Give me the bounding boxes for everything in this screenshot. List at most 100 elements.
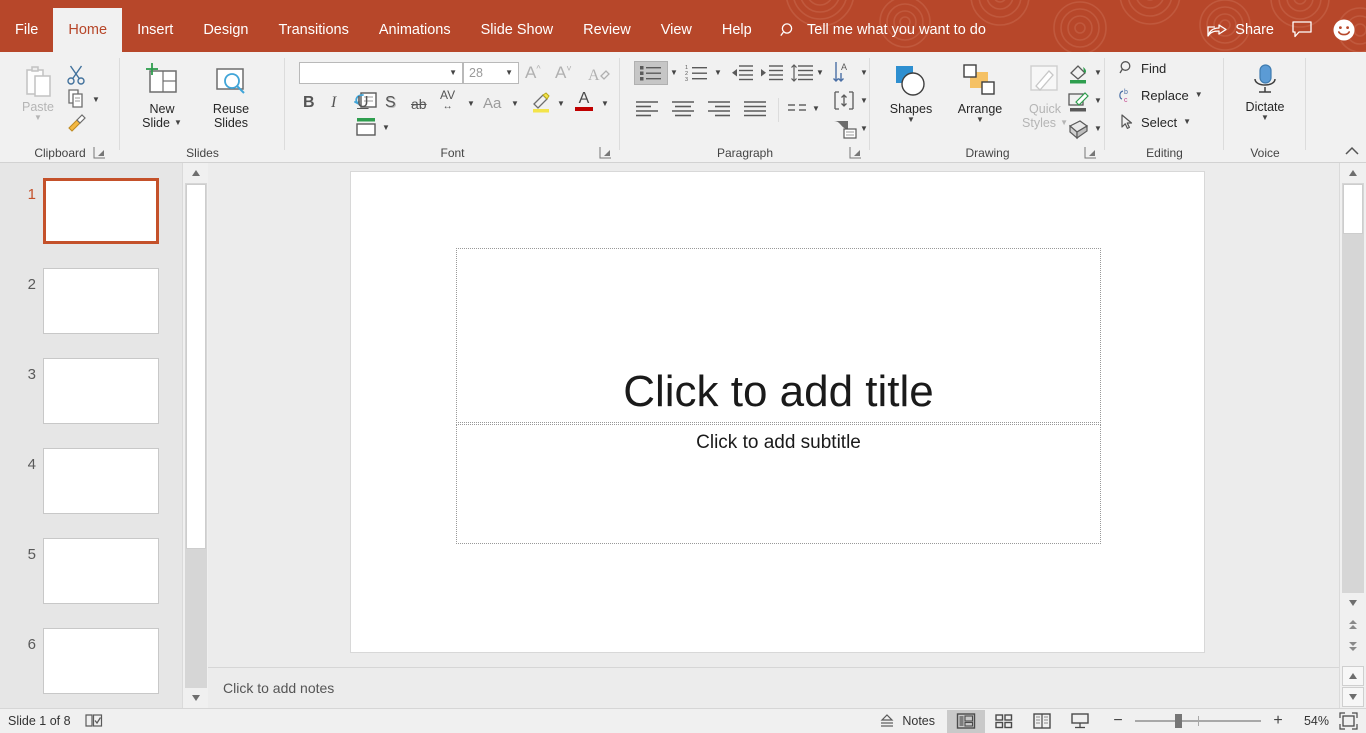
line-spacing-icon[interactable] [790, 64, 814, 82]
bullets-button[interactable] [634, 61, 668, 85]
thumbnail-scroll-down-button[interactable] [185, 688, 207, 708]
paste-dropdown-caret[interactable]: ▼ [34, 114, 42, 122]
slide-sorter-view-button[interactable] [985, 710, 1023, 733]
grow-font-button[interactable]: A^ [525, 63, 541, 83]
zoom-control[interactable]: − + 54% [1111, 713, 1329, 729]
font-dialog-launcher[interactable] [599, 146, 612, 159]
subtitle-placeholder[interactable]: Click to add subtitle [456, 424, 1101, 544]
thumbnail-slide-1[interactable]: 1 [0, 178, 182, 268]
shrink-font-button[interactable]: A˅ [555, 63, 572, 83]
copy-icon[interactable] [66, 88, 88, 110]
bullets-dropdown-caret[interactable]: ▼ [670, 69, 678, 77]
character-spacing-caret[interactable]: ▼ [467, 100, 475, 108]
text-highlight-caret[interactable]: ▼ [557, 100, 565, 108]
smiley-face-icon[interactable] [1332, 18, 1356, 42]
tab-help[interactable]: Help [707, 8, 767, 52]
tab-home[interactable]: Home [53, 8, 122, 52]
tab-slide-show[interactable]: Slide Show [466, 8, 569, 52]
shapes-dropdown-caret[interactable]: ▼ [907, 116, 915, 124]
thumbnail-scrollbar[interactable] [182, 163, 208, 708]
select-caret[interactable]: ▼ [1183, 118, 1191, 126]
thumbnail-scroll-up-button[interactable] [185, 163, 207, 183]
shapes-button[interactable]: Shapes ▼ [880, 62, 942, 124]
normal-view-button[interactable] [947, 710, 985, 733]
tab-design[interactable]: Design [188, 8, 263, 52]
slide-thumbnail-pane[interactable]: 1 2 3 4 5 6 [0, 163, 182, 708]
thumbnail-scrollbar-thumb[interactable] [186, 184, 206, 549]
chevron-up-icon[interactable] [1344, 144, 1360, 158]
find-button[interactable]: Find [1119, 60, 1166, 76]
zoom-percentage[interactable]: 54% [1295, 714, 1329, 728]
increase-indent-icon[interactable] [760, 64, 784, 82]
strikethrough-button[interactable]: ab [411, 96, 427, 112]
font-color-caret[interactable]: ▼ [601, 100, 609, 108]
font-color-button[interactable]: A [575, 91, 593, 111]
shape-fill-caret[interactable]: ▼ [1094, 69, 1102, 77]
accessibility-checker-icon[interactable] [85, 713, 103, 729]
character-spacing-button[interactable]: AV ↔ [440, 90, 455, 112]
drawing-dialog-launcher[interactable] [1084, 146, 1097, 159]
text-highlight-icon[interactable] [530, 92, 554, 114]
slide-scrollbar-thumb[interactable] [1343, 184, 1363, 234]
slide-scrollbar[interactable] [1339, 163, 1366, 708]
numbering-dropdown-caret[interactable]: ▼ [714, 69, 722, 77]
dictate-button[interactable]: Dictate ▼ [1234, 62, 1296, 122]
align-text-caret[interactable]: ▼ [860, 97, 868, 105]
fit-to-window-icon[interactable] [1339, 712, 1358, 730]
tab-transitions[interactable]: Transitions [263, 8, 363, 52]
title-placeholder[interactable]: Click to add title [456, 248, 1101, 423]
bold-button[interactable]: B [303, 94, 315, 112]
slide-show-button[interactable] [1061, 710, 1099, 733]
scroll-down-small-button[interactable] [1342, 687, 1364, 707]
paragraph-dialog-launcher[interactable] [849, 146, 862, 159]
shape-outline-icon[interactable] [1066, 90, 1090, 112]
dictate-dropdown-caret[interactable]: ▼ [1261, 114, 1269, 122]
arrange-dropdown-caret[interactable]: ▼ [976, 116, 984, 124]
decrease-indent-icon[interactable] [730, 64, 754, 82]
zoom-out-button[interactable]: − [1111, 713, 1125, 729]
underline-button[interactable]: U [357, 94, 369, 112]
select-button[interactable]: Select ▼ [1119, 114, 1191, 130]
thumbnail-slide-2[interactable]: 2 [0, 268, 182, 358]
scroll-up-small-button[interactable] [1342, 666, 1364, 686]
zoom-in-button[interactable]: + [1271, 713, 1285, 729]
clipboard-dialog-launcher[interactable] [93, 146, 106, 159]
notes-pane[interactable]: Click to add notes [208, 667, 1339, 708]
text-direction-icon[interactable]: A [832, 60, 858, 84]
align-right-icon[interactable] [706, 100, 732, 118]
share-button[interactable]: Share [1207, 22, 1274, 38]
text-direction-caret[interactable]: ▼ [860, 69, 868, 77]
slide-scrollbar-track[interactable] [1342, 183, 1364, 593]
slide-edit-area[interactable]: Click to add title Click to add subtitle [208, 163, 1339, 667]
clear-formatting-icon[interactable]: A [587, 63, 611, 85]
next-slide-button[interactable] [1342, 637, 1364, 657]
shape-fill-icon[interactable] [1066, 62, 1090, 84]
notes-toggle-button[interactable]: Notes [867, 714, 947, 729]
smartart-caret[interactable]: ▼ [860, 125, 868, 133]
shape-outline-caret[interactable]: ▼ [1094, 97, 1102, 105]
align-text-icon[interactable] [832, 90, 858, 112]
align-left-icon[interactable] [634, 100, 660, 118]
justify-icon[interactable] [742, 100, 768, 118]
align-center-icon[interactable] [670, 100, 696, 118]
previous-slide-button[interactable] [1342, 615, 1364, 635]
change-case-button[interactable]: Aa [483, 95, 501, 112]
font-name-input[interactable]: ▼ [299, 62, 463, 84]
reuse-slides-button[interactable]: Reuse Slides [200, 62, 262, 130]
tab-review[interactable]: Review [568, 8, 646, 52]
font-size-dropdown-caret[interactable]: ▼ [505, 69, 513, 77]
paste-button[interactable]: Paste ▼ [10, 62, 66, 122]
thumbnail-slide-4[interactable]: 4 [0, 448, 182, 538]
comments-icon[interactable] [1292, 21, 1314, 39]
slide-scroll-up-button[interactable] [1342, 163, 1364, 183]
copy-dropdown-caret[interactable]: ▼ [92, 96, 100, 104]
zoom-slider[interactable] [1135, 713, 1261, 729]
scissors-icon[interactable] [66, 64, 88, 86]
italic-button[interactable]: I [331, 94, 336, 112]
convert-to-smartart-icon[interactable] [832, 118, 858, 140]
reading-view-button[interactable] [1023, 710, 1061, 733]
numbering-button[interactable]: 123 [682, 61, 712, 85]
tell-me-search[interactable]: Tell me what you want to do [780, 8, 986, 52]
font-name-dropdown-caret[interactable]: ▼ [449, 69, 457, 77]
tab-insert[interactable]: Insert [122, 8, 188, 52]
